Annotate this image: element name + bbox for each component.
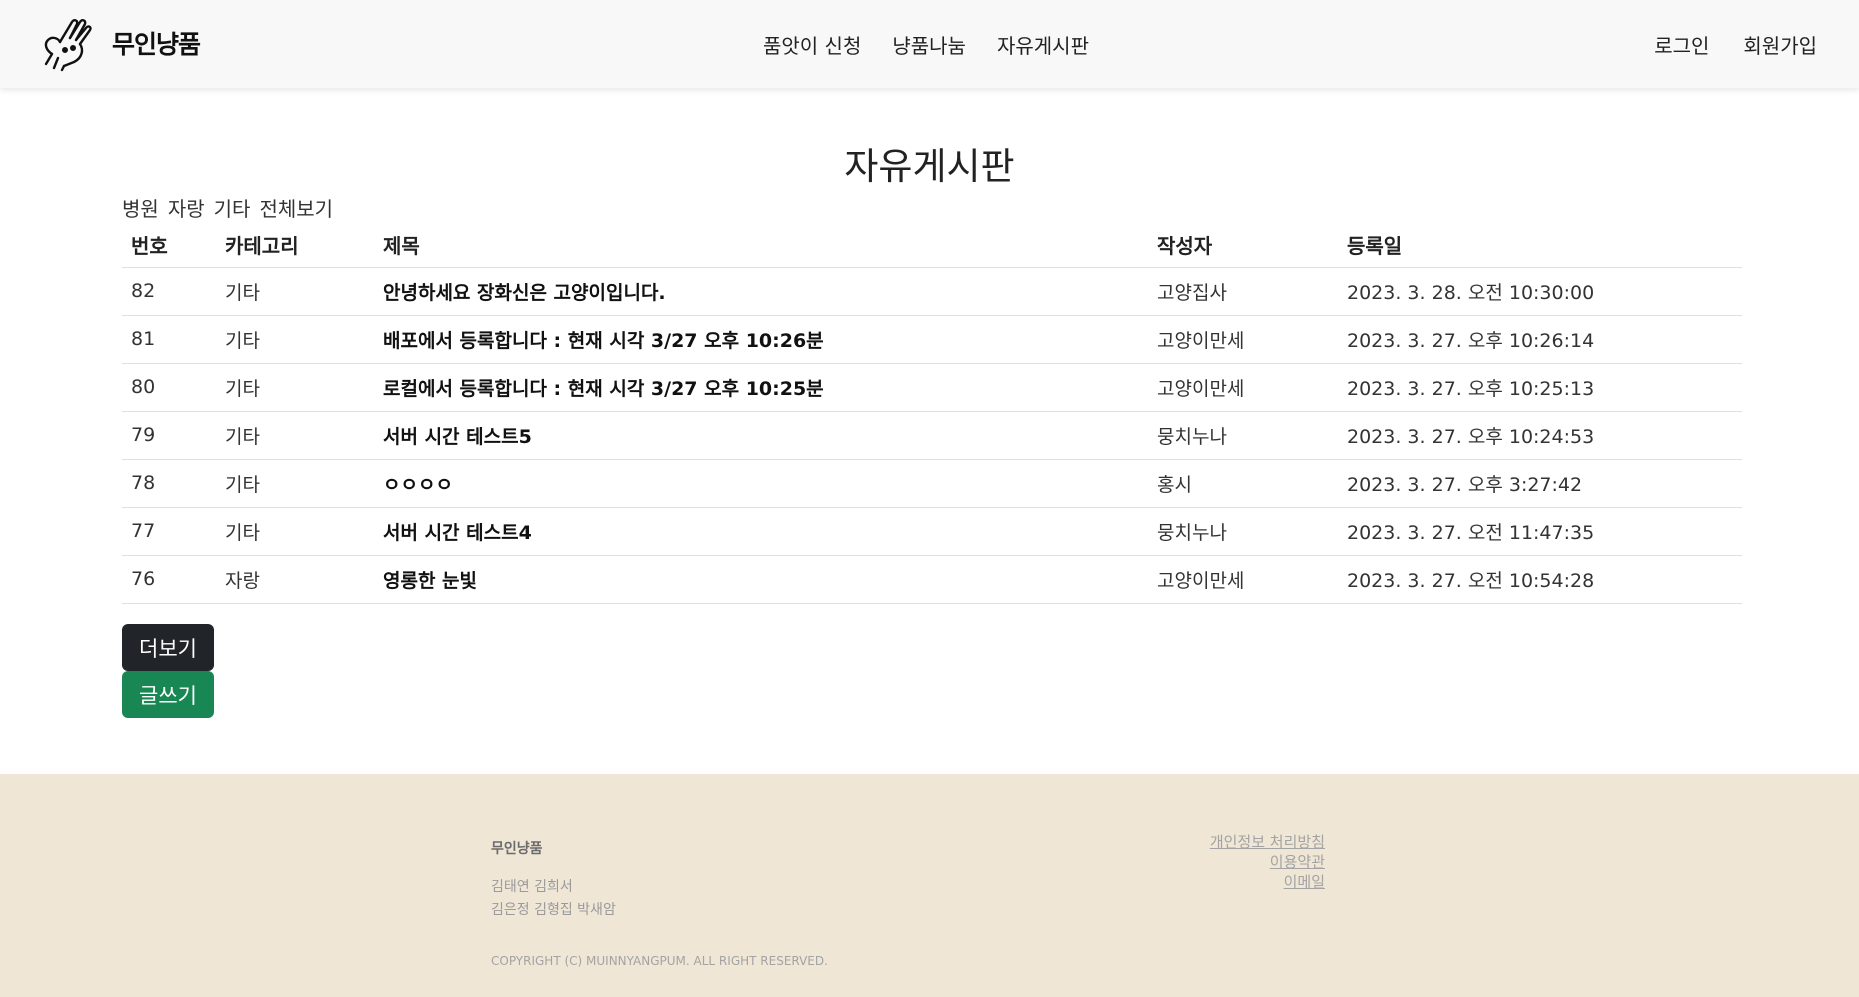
post-date: 2023. 3. 27. 오전 11:47:35 [1338, 507, 1742, 556]
signup-link[interactable]: 회원가입 [1743, 30, 1817, 59]
post-number: 78 [122, 459, 216, 508]
login-link[interactable]: 로그인 [1654, 30, 1709, 59]
table-row[interactable]: 81 기타 배포에서 등록합니다 : 현재 시각 3/27 오후 10:26분 … [122, 315, 1742, 364]
post-title[interactable]: 로컬에서 등록합니다 : 현재 시각 3/27 오후 10:25분 [374, 363, 1148, 412]
footer-members-line1: 김태연 김희서 [491, 879, 573, 895]
post-title[interactable]: 서버 시간 테스트5 [374, 411, 1148, 460]
post-date: 2023. 3. 28. 오전 10:30:00 [1338, 267, 1742, 316]
post-title[interactable]: 서버 시간 테스트4 [374, 507, 1148, 556]
table-row[interactable]: 76 자랑 영롱한 눈빛 고양이만세 2023. 3. 27. 오전 10:54… [122, 555, 1742, 604]
post-title[interactable]: ㅇㅇㅇㅇ [374, 459, 1148, 508]
table-header-row: 번호 카테고리 제목 작성자 등록일 [122, 223, 1742, 268]
post-date: 2023. 3. 27. 오후 3:27:42 [1338, 459, 1742, 508]
post-category: 기타 [216, 459, 374, 508]
post-author: 고양이만세 [1148, 363, 1338, 412]
terms-link[interactable]: 이용약관 [1210, 852, 1325, 872]
column-header-date: 등록일 [1338, 223, 1742, 268]
post-date: 2023. 3. 27. 오후 10:26:14 [1338, 315, 1742, 364]
table-row[interactable]: 78 기타 ㅇㅇㅇㅇ 홍시 2023. 3. 27. 오후 3:27:42 [122, 459, 1742, 508]
footer-brand: 무인냥품 [491, 841, 543, 857]
table-row[interactable]: 82 기타 안녕하세요 장화신은 고양이입니다. 고양집사 2023. 3. 2… [122, 267, 1742, 316]
post-date: 2023. 3. 27. 오후 10:24:53 [1338, 411, 1742, 460]
post-title[interactable]: 영롱한 눈빛 [374, 555, 1148, 604]
main-nav: 품앗이 신청 냥품나눔 자유게시판 [763, 0, 1089, 88]
email-link[interactable]: 이메일 [1210, 872, 1325, 892]
nav-item-free-board[interactable]: 자유게시판 [997, 30, 1089, 59]
post-category: 기타 [216, 507, 374, 556]
footer-members: 김태연 김희서 김은정 김형집 박새암 [491, 876, 616, 922]
post-author: 고양집사 [1148, 267, 1338, 316]
post-author: 뭉치누나 [1148, 507, 1338, 556]
column-header-number: 번호 [122, 223, 216, 268]
post-author: 뭉치누나 [1148, 411, 1338, 460]
write-button[interactable]: 글쓰기 [122, 671, 214, 718]
post-author: 고양이만세 [1148, 315, 1338, 364]
table-row[interactable]: 77 기타 서버 시간 테스트4 뭉치누나 2023. 3. 27. 오전 11… [122, 507, 1742, 556]
post-number: 79 [122, 411, 216, 460]
post-author: 고양이만세 [1148, 555, 1338, 604]
logo[interactable]: 무인냥품 [38, 14, 201, 72]
footer-copyright: COPYRIGHT (C) MUINNYANGPUM. ALL RIGHT RE… [491, 954, 828, 968]
category-filters: 병원 자랑 기타 전체보기 [122, 193, 333, 222]
post-date: 2023. 3. 27. 오후 10:25:13 [1338, 363, 1742, 412]
footer: 무인냥품 김태연 김희서 김은정 김형집 박새암 COPYRIGHT (C) M… [0, 774, 1859, 997]
post-category: 기타 [216, 315, 374, 364]
post-title[interactable]: 배포에서 등록합니다 : 현재 시각 3/27 오후 10:26분 [374, 315, 1148, 364]
table-row[interactable]: 80 기타 로컬에서 등록합니다 : 현재 시각 3/27 오후 10:25분 … [122, 363, 1742, 412]
page-title: 자유게시판 [844, 145, 1015, 188]
post-number: 82 [122, 267, 216, 316]
post-author: 홍시 [1148, 459, 1338, 508]
filter-brag[interactable]: 자랑 [168, 193, 205, 222]
post-table: 번호 카테고리 제목 작성자 등록일 82 기타 안녕하세요 장화신은 고양이입… [122, 223, 1742, 604]
top-navbar: 무인냥품 품앗이 신청 냥품나눔 자유게시판 로그인 회원가입 [0, 0, 1859, 88]
column-header-category: 카테고리 [216, 223, 374, 268]
logo-text: 무인냥품 [112, 30, 201, 59]
nav-item-pumasi[interactable]: 품앗이 신청 [763, 30, 861, 59]
auth-nav: 로그인 회원가입 [1654, 0, 1817, 88]
more-button[interactable]: 더보기 [122, 624, 214, 671]
post-number: 77 [122, 507, 216, 556]
post-title[interactable]: 안녕하세요 장화신은 고양이입니다. [374, 267, 1148, 316]
post-number: 76 [122, 555, 216, 604]
cat-paw-logo-icon [44, 19, 92, 72]
nav-item-nyangpum-share[interactable]: 냥품나눔 [892, 30, 966, 59]
footer-members-line2: 김은정 김형집 박새암 [491, 902, 616, 918]
post-category: 기타 [216, 363, 374, 412]
table-row[interactable]: 79 기타 서버 시간 테스트5 뭉치누나 2023. 3. 27. 오후 10… [122, 411, 1742, 460]
post-number: 80 [122, 363, 216, 412]
column-header-author: 작성자 [1148, 223, 1338, 268]
filter-etc[interactable]: 기타 [214, 193, 251, 222]
post-date: 2023. 3. 27. 오전 10:54:28 [1338, 555, 1742, 604]
privacy-policy-link[interactable]: 개인정보 처리방침 [1210, 832, 1325, 852]
column-header-title: 제목 [374, 223, 1148, 268]
post-number: 81 [122, 315, 216, 364]
filter-all[interactable]: 전체보기 [259, 193, 333, 222]
filter-hospital[interactable]: 병원 [122, 193, 159, 222]
footer-links: 개인정보 처리방침 이용약관 이메일 [1210, 832, 1325, 892]
post-category: 자랑 [216, 555, 374, 604]
post-category: 기타 [216, 267, 374, 316]
post-category: 기타 [216, 411, 374, 460]
